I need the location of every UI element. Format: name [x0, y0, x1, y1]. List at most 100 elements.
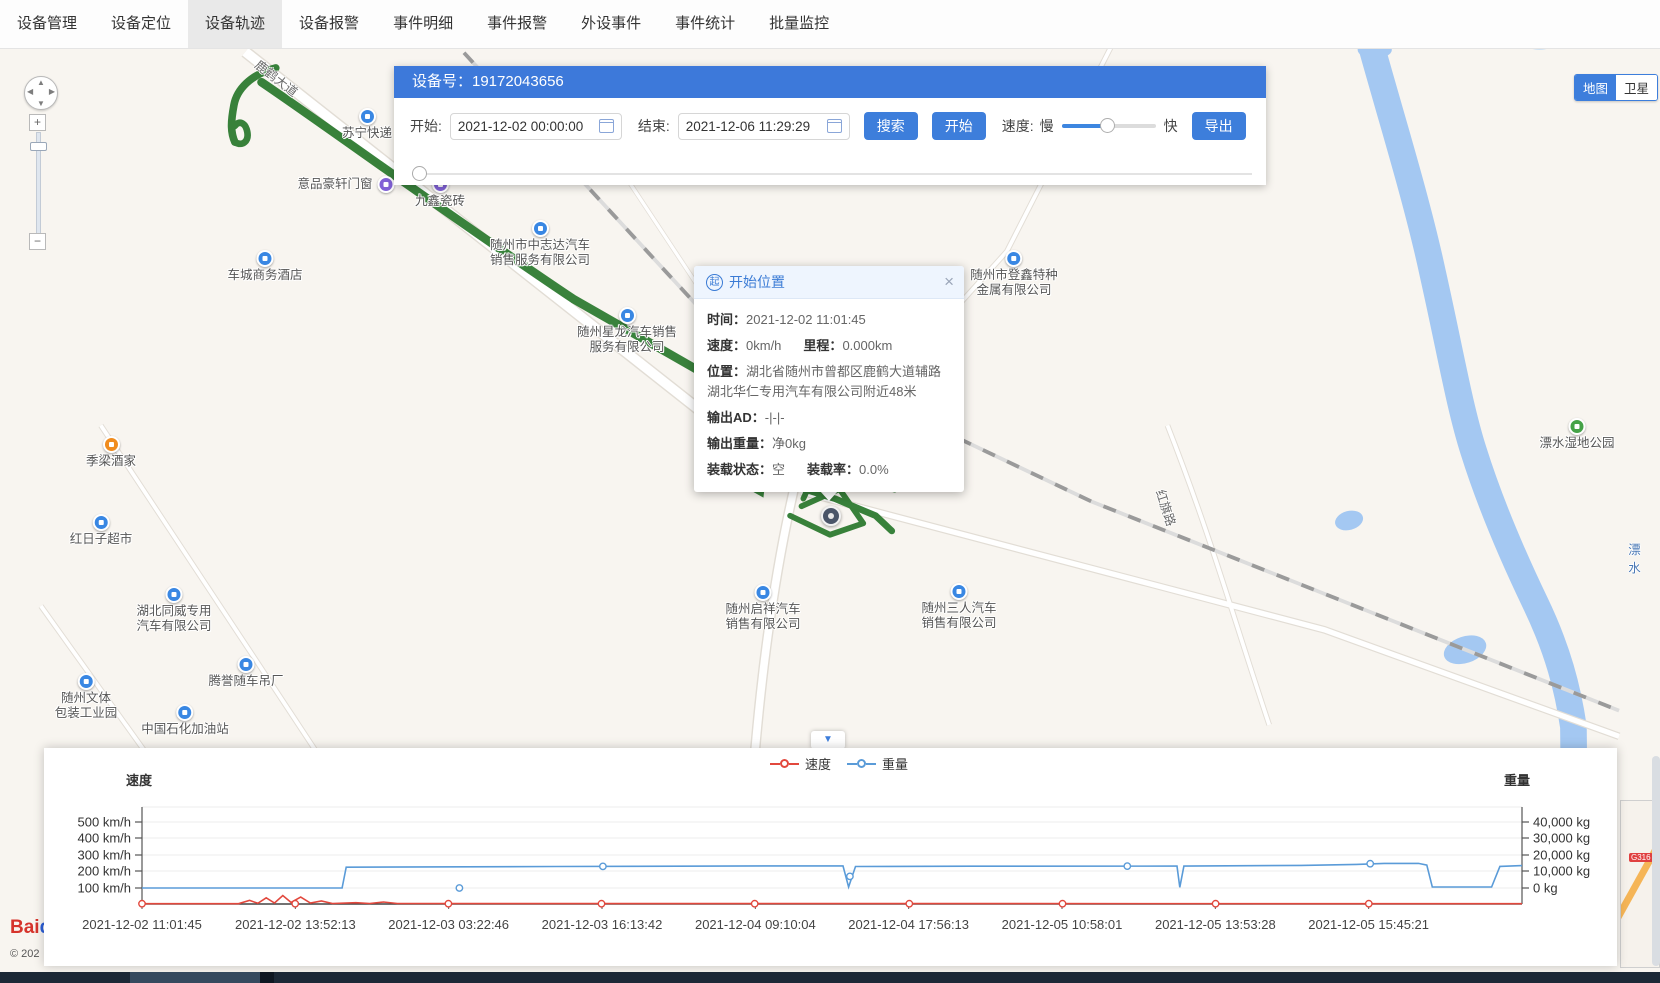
end-datetime-input[interactable]: 2021-12-06 11:29:29 [678, 113, 850, 140]
out-weight-label: 输出重量： [707, 436, 772, 451]
map-type-map[interactable]: 地图 [1575, 75, 1616, 100]
collapse-chart-button[interactable]: ▼ [811, 731, 845, 749]
road-label: 红旗路 [1152, 487, 1182, 529]
poi-hongrizi-market-icon [92, 514, 109, 531]
svg-text:2021-12-05 13:53:28: 2021-12-05 13:53:28 [1155, 917, 1276, 932]
poi-xinglong-auto-label: 随州星龙汽车销售 服务有限公司 [577, 325, 677, 355]
poi-hotel-label: 车城商务酒店 [227, 268, 302, 283]
zoom-out-button[interactable]: − [29, 233, 46, 250]
poi-dengxin-metal-label: 随州市登鑫特种 金属有限公司 [970, 268, 1058, 298]
start-icon: 起 [706, 274, 723, 291]
start-marker-icon[interactable] [821, 506, 841, 526]
poi-xinglong-auto-icon [618, 307, 635, 324]
poi-qixiang-auto-icon [754, 584, 771, 601]
export-button[interactable]: 导出 [1192, 112, 1246, 140]
play-button[interactable]: 开始 [932, 112, 986, 140]
poi-hotel: 车城商务酒店 [227, 250, 302, 283]
close-icon[interactable]: × [944, 272, 954, 292]
zoom-handle[interactable] [30, 142, 47, 151]
poi-sanren-auto-icon [950, 583, 967, 600]
nav-item-事件明细[interactable]: 事件明细 [376, 0, 470, 48]
poi-door-window-shop-icon [378, 176, 395, 193]
speed-slider[interactable] [1062, 124, 1156, 128]
right-axis-title: 重量 [1504, 770, 1530, 789]
legend-weight[interactable]: 重量 [847, 754, 908, 773]
pan-control[interactable]: ▲▼ ◀▶ [24, 76, 58, 110]
svg-text:300 km/h: 300 km/h [78, 848, 131, 863]
poi-sinopec-station-label: 中国石化加油站 [141, 722, 229, 737]
time-label: 时间： [707, 312, 746, 327]
nav-item-事件报警[interactable]: 事件报警 [470, 0, 564, 48]
start-position-popup: 起 开始位置 × 时间：2021-12-02 11:01:45 速度：0km/h… [694, 266, 964, 492]
fast-label: 快 [1164, 116, 1178, 136]
start-datetime-input[interactable]: 2021-12-02 00:00:00 [450, 113, 622, 140]
road-label: 鹿鹤大道 [251, 55, 302, 101]
out-weight-value: 净0kg [772, 436, 806, 451]
poi-tongwei-auto-icon [165, 586, 182, 603]
location-label: 位置： [707, 364, 746, 379]
poi-xinglong-auto: 随州星龙汽车销售 服务有限公司 [577, 307, 677, 355]
speed-weight-chart: 500 km/h400 km/h300 km/h200 km/h100 km/h… [44, 748, 1617, 966]
svg-text:2021-12-03 03:22:46: 2021-12-03 03:22:46 [388, 917, 509, 932]
progress-handle[interactable] [412, 166, 427, 181]
map-copyright: © 202 [10, 948, 40, 960]
poi-jiliang-restaurant: 季梁酒家 [86, 436, 136, 469]
scrollbar[interactable] [1652, 756, 1660, 966]
poi-hongrizi-market-label: 红日子超市 [70, 532, 133, 547]
ad-value: -|-|- [765, 410, 785, 425]
zoom-in-button[interactable]: + [29, 114, 46, 131]
end-label: 结束: [638, 116, 670, 136]
poi-wenti-park-icon [77, 673, 94, 690]
taskbar-strip [0, 972, 1660, 983]
load-rate-label: 装载率： [807, 462, 859, 477]
poi-wetland-park-icon [1568, 418, 1585, 435]
slow-label: 慢 [1040, 116, 1054, 136]
poi-tongwei-auto-label: 湖北同威专用 汽车有限公司 [136, 604, 211, 634]
poi-zhongzhida-auto: 随州市中志达汽车 销售服务有限公司 [490, 220, 590, 268]
popup-body: 时间：2021-12-02 11:01:45 速度：0km/h 里程：0.000k… [694, 299, 964, 491]
poi-zhongzhida-auto-label: 随州市中志达汽车 销售服务有限公司 [490, 238, 590, 268]
app-root: 漂水 苏宁快递意品豪轩门窗九鑫瓷砖车城商务酒店随州市中志达汽车 销售服务有限公司… [0, 0, 1660, 983]
progress-track[interactable] [412, 173, 1252, 175]
load-state-value: 空 [772, 462, 785, 477]
poi-wetland-park: 漂水湿地公园 [1539, 418, 1614, 451]
map-type-satellite[interactable]: 卫星 [1616, 75, 1657, 100]
poi-wenti-park-label: 随州文体 包装工业园 [55, 691, 118, 721]
mileage-label: 里程： [803, 338, 842, 353]
poi-hongrizi-market: 红日子超市 [70, 514, 133, 547]
calendar-icon[interactable] [599, 119, 614, 133]
search-button[interactable]: 搜索 [864, 112, 918, 140]
time-value: 2021-12-02 11:01:45 [746, 312, 866, 327]
mileage-value: 0.000km [842, 338, 892, 353]
poi-zhongzhida-auto-icon [531, 220, 548, 237]
nav-item-外设事件[interactable]: 外设事件 [564, 0, 658, 48]
poi-suning-express-icon [358, 108, 375, 125]
speed-slider-handle[interactable] [1100, 118, 1115, 133]
speed-value: 0km/h [746, 338, 781, 353]
svg-text:2021-12-05 10:58:01: 2021-12-05 10:58:01 [1002, 917, 1123, 932]
svg-text:100 km/h: 100 km/h [78, 881, 131, 896]
nav-item-设备管理[interactable]: 设备管理 [0, 0, 94, 48]
start-label: 开始: [410, 116, 442, 136]
nav-item-设备定位[interactable]: 设备定位 [94, 0, 188, 48]
svg-text:40,000 kg: 40,000 kg [1533, 815, 1590, 830]
nav-item-批量监控[interactable]: 批量监控 [752, 0, 846, 48]
map-pond [1333, 508, 1365, 534]
svg-text:20,000 kg: 20,000 kg [1533, 848, 1590, 863]
poi-tengyu-crane: 腾誉随车吊厂 [208, 656, 283, 689]
svg-text:10,000 kg: 10,000 kg [1533, 864, 1590, 879]
popup-title: 开始位置 [729, 272, 785, 292]
calendar-icon[interactable] [827, 119, 842, 133]
speed-label: 速度： [707, 338, 746, 353]
poi-sanren-auto: 随州三人汽车 销售有限公司 [921, 583, 996, 631]
nav-item-事件统计[interactable]: 事件统计 [658, 0, 752, 48]
legend-speed[interactable]: 速度 [770, 754, 831, 773]
poi-dengxin-metal-icon [1005, 250, 1022, 267]
poi-hotel-icon [256, 250, 273, 267]
poi-wetland-park-label: 漂水湿地公园 [1539, 436, 1614, 451]
poi-sinopec-station: 中国石化加油站 [141, 704, 229, 737]
nav-item-设备报警[interactable]: 设备报警 [282, 0, 376, 48]
poi-jiliang-restaurant-label: 季梁酒家 [86, 454, 136, 469]
nav-item-设备轨迹[interactable]: 设备轨迹 [188, 0, 282, 48]
left-axis-title: 速度 [126, 770, 152, 789]
